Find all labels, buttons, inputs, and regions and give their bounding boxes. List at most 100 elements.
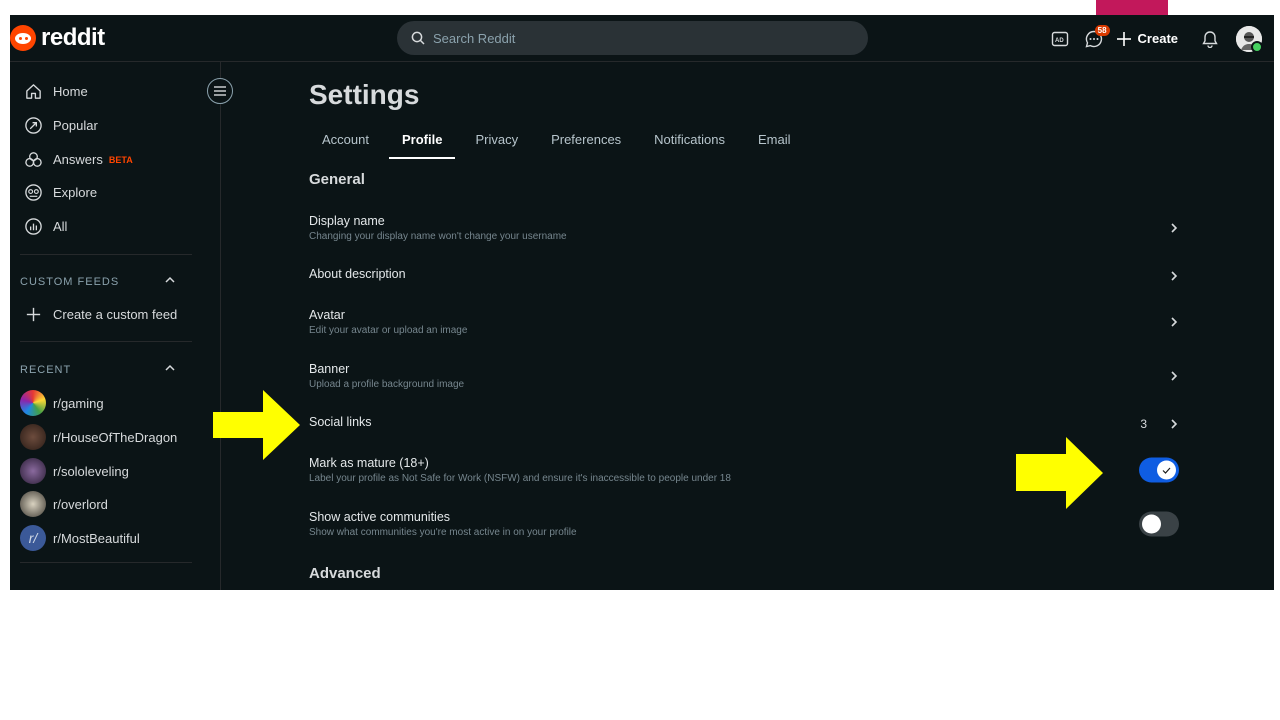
sidebar-toggle-button[interactable] (207, 78, 233, 104)
all-label: All (53, 219, 68, 234)
advanced-heading: Advanced (309, 565, 381, 582)
sidebar-item-all[interactable]: All (24, 217, 67, 236)
community-avatar (20, 458, 46, 484)
community-label: r/overlord (53, 496, 108, 512)
recent-item-gaming[interactable]: r/gaming (20, 390, 104, 416)
community-label: r/HouseOfTheDragon (53, 429, 178, 445)
row-description: Changing your display name won't change … (309, 231, 567, 242)
tab-privacy[interactable]: Privacy (462, 130, 531, 156)
home-icon (26, 84, 41, 99)
community-avatar (20, 424, 46, 450)
chevron-up-icon[interactable] (164, 274, 176, 286)
toggle-knob (1142, 514, 1161, 534)
search-icon (411, 31, 425, 45)
avatar-row[interactable]: Avatar Edit your avatar or upload an ima… (309, 308, 1179, 336)
search-bar[interactable]: Search Reddit (397, 21, 868, 55)
social-links-count: 3 (1140, 417, 1147, 431)
create-feed-label: Create a custom feed (53, 307, 178, 322)
plus-icon (1116, 31, 1131, 46)
about-description-row[interactable]: About description (309, 267, 1179, 285)
mature-toggle[interactable] (1139, 457, 1179, 483)
row-description: Show what communities you're most active… (309, 527, 577, 538)
sidebar-item-answers[interactable]: Answers BETA (24, 150, 133, 169)
left-sidebar: Home Popular Answers BETA Explore All CU… (10, 62, 221, 590)
chevron-right-icon (1171, 271, 1178, 281)
logo-text: reddit (41, 24, 105, 51)
sidebar-divider (20, 562, 192, 563)
top-color-tab (1096, 0, 1168, 15)
recent-item-houseofthedragon[interactable]: r/HouseOfTheDragon (20, 424, 177, 450)
recent-item-overlord[interactable]: r/overlord (20, 491, 108, 517)
sidebar-divider (20, 341, 192, 342)
user-avatar[interactable] (1236, 25, 1263, 53)
explore-icon (25, 184, 42, 201)
answers-label: Answers (53, 152, 103, 167)
display-name-row[interactable]: Display name Changing your display name … (309, 214, 1179, 242)
sidebar-item-home[interactable]: Home (24, 82, 88, 101)
row-title: Display name (309, 214, 385, 228)
community-label: r/MostBeautiful (53, 530, 140, 546)
sidebar-item-explore[interactable]: Explore (24, 183, 97, 202)
beta-badge: BETA (108, 154, 133, 165)
custom-feeds-label: CUSTOM FEEDS (20, 276, 120, 288)
tab-email[interactable]: Email (745, 130, 804, 156)
community-avatar (20, 491, 46, 517)
tab-preferences[interactable]: Preferences (538, 130, 634, 156)
chevron-right-icon (1171, 419, 1178, 429)
create-button[interactable]: Create (1116, 31, 1178, 47)
bell-icon[interactable] (1194, 23, 1226, 55)
all-icon (25, 218, 42, 235)
community-avatar: r/ (20, 525, 46, 551)
recent-label: RECENT (20, 364, 72, 376)
community-label: r/gaming (53, 395, 104, 411)
toggle-knob (1157, 460, 1176, 480)
row-title: Show active communities (309, 510, 451, 524)
social-links-row[interactable]: Social links 3 (309, 415, 1179, 433)
popular-icon (25, 117, 42, 134)
chat-icon[interactable]: 58 (1078, 23, 1110, 55)
chevron-right-icon (1171, 317, 1178, 327)
row-title: Banner (309, 362, 350, 376)
create-custom-feed[interactable]: Create a custom feed (24, 305, 177, 324)
popular-label: Popular (53, 118, 98, 133)
tab-profile[interactable]: Profile (388, 130, 456, 159)
answers-icon (25, 152, 42, 167)
search-input[interactable]: Search Reddit (433, 31, 515, 46)
general-heading: General (309, 171, 365, 188)
row-title: Social links (309, 415, 372, 429)
sidebar-divider (20, 254, 192, 255)
row-title: About description (309, 267, 406, 281)
tab-notifications[interactable]: Notifications (641, 130, 738, 156)
plus-icon (26, 307, 41, 322)
tab-account[interactable]: Account (309, 130, 382, 156)
chat-badge: 58 (1094, 24, 1110, 36)
chevron-up-icon[interactable] (164, 362, 176, 374)
svg-text:AD: AD (1055, 38, 1064, 44)
active-communities-toggle[interactable] (1139, 511, 1179, 537)
page-title: Settings (309, 79, 420, 110)
checkmark-icon (1162, 467, 1171, 474)
chevron-right-icon (1171, 223, 1178, 233)
home-label: Home (53, 84, 88, 99)
settings-tabs: Account Profile Privacy Preferences Noti… (309, 130, 811, 159)
chevron-right-icon (1171, 371, 1178, 381)
snoo-icon (10, 25, 36, 51)
create-label: Create (1137, 31, 1178, 46)
reddit-logo[interactable]: reddit (10, 24, 105, 52)
community-label: r/sololeveling (53, 463, 129, 479)
top-bar: reddit Search Reddit AD 58 Create (10, 15, 1274, 62)
explore-label: Explore (53, 185, 98, 200)
recent-item-mostbeautiful[interactable]: r/ r/MostBeautiful (20, 525, 140, 551)
sidebar-item-popular[interactable]: Popular (24, 116, 98, 135)
recent-item-sololeveling[interactable]: r/sololeveling (20, 458, 129, 484)
show-active-communities-row: Show active communities Show what commun… (309, 510, 1179, 538)
banner-row[interactable]: Banner Upload a profile background image (309, 362, 1179, 390)
menu-icon (214, 86, 226, 96)
arrow-annotation-social-links (213, 390, 300, 460)
row-description: Edit your avatar or upload an image (309, 325, 468, 336)
row-description: Upload a profile background image (309, 379, 465, 390)
advertise-icon[interactable]: AD (1044, 23, 1076, 55)
row-title: Avatar (309, 308, 345, 322)
community-avatar (20, 390, 46, 416)
arrow-annotation-mature-toggle (1016, 437, 1103, 509)
